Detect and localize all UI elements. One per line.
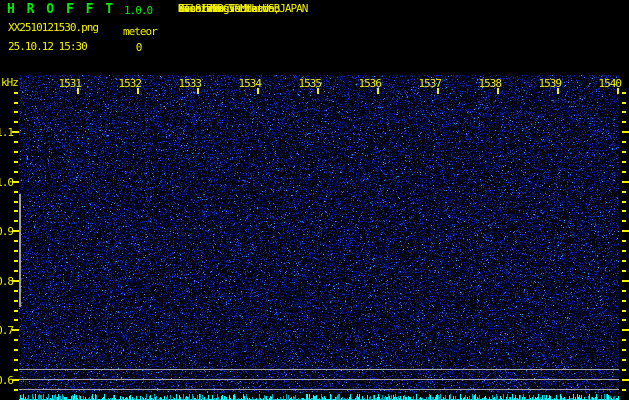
freq-tick-major-left — [12, 230, 19, 232]
freq-tick-minor-right — [622, 121, 626, 123]
calibration-marker — [19, 194, 21, 307]
freq-tick-minor-right — [622, 141, 626, 143]
freq-tick-major-right — [622, 181, 629, 183]
time-tick-label: 1539 — [538, 77, 563, 90]
freq-tick-major-right — [622, 379, 629, 381]
freq-tick-minor-left — [14, 92, 18, 94]
time-tick — [137, 88, 139, 94]
hrofft-window: H R O F F T 1.0.0 XX2510121530.png meteo… — [0, 0, 629, 400]
freq-tick-minor-right — [622, 349, 626, 351]
freq-tick-minor-right — [622, 191, 626, 193]
time-tick-label: 1533 — [178, 77, 203, 90]
freq-tick-minor-right — [622, 210, 626, 212]
freq-tick-minor-right — [622, 171, 626, 173]
time-tick — [377, 88, 379, 94]
freq-tick-major-left — [12, 379, 19, 381]
time-tick-label: 1531 — [58, 77, 83, 90]
freq-tick-minor-right — [622, 270, 626, 272]
freq-tick-minor-left — [14, 369, 18, 371]
freq-tick-minor-left — [14, 310, 18, 312]
freq-tick-minor-left — [14, 270, 18, 272]
freq-tick-minor-right — [622, 300, 626, 302]
freq-tick-major-right — [622, 230, 629, 232]
freq-tick-minor-right — [622, 339, 626, 341]
freq-tick-minor-left — [14, 151, 18, 153]
time-tick — [617, 88, 619, 94]
freq-tick-minor-right — [622, 240, 626, 242]
time-tick — [557, 88, 559, 94]
time-tick — [257, 88, 259, 94]
freq-tick-major-right — [622, 131, 629, 133]
freq-tick-minor-right — [622, 220, 626, 222]
time-tick — [497, 88, 499, 94]
freq-tick-minor-left — [14, 121, 18, 123]
freq-tick-minor-right — [622, 151, 626, 153]
freq-tick-minor-right — [622, 359, 626, 361]
freq-tick-minor-left — [14, 161, 18, 163]
reference-line — [19, 379, 619, 380]
time-tick — [77, 88, 79, 94]
freq-tick-minor-left — [14, 220, 18, 222]
freq-tick-minor-right — [622, 92, 626, 94]
time-tick — [317, 88, 319, 94]
freq-tick-major-left — [12, 131, 19, 133]
freq-tick-minor-left — [14, 210, 18, 212]
freq-tick-minor-left — [14, 111, 18, 113]
freq-tick-minor-right — [622, 290, 626, 292]
freq-tick-minor-right — [622, 369, 626, 371]
freq-tick-major-left — [12, 329, 19, 331]
freq-tick-major-left — [12, 181, 19, 183]
time-tick-label: 1540 — [598, 77, 623, 90]
time-tick-label: 1538 — [478, 77, 503, 90]
time-tick-label: 1534 — [238, 77, 263, 90]
freq-tick-minor-left — [14, 319, 18, 321]
freq-tick-minor-left — [14, 349, 18, 351]
freq-tick-minor-left — [14, 201, 18, 203]
freq-tick-minor-left — [14, 339, 18, 341]
axis-layer: 1.11.00.90.80.70.61531153215331534153515… — [0, 0, 629, 400]
freq-tick-major-left — [12, 280, 19, 282]
freq-tick-minor-left — [14, 300, 18, 302]
freq-tick-minor-right — [622, 250, 626, 252]
freq-tick-minor-right — [622, 102, 626, 104]
time-tick-label: 1537 — [418, 77, 443, 90]
freq-tick-minor-left — [14, 389, 18, 391]
freq-tick-minor-left — [14, 102, 18, 104]
time-tick-label: 1532 — [118, 77, 143, 90]
freq-tick-minor-right — [622, 260, 626, 262]
freq-tick-minor-left — [14, 359, 18, 361]
time-tick — [197, 88, 199, 94]
freq-tick-minor-right — [622, 161, 626, 163]
freq-tick-minor-left — [14, 141, 18, 143]
time-tick-label: 1536 — [358, 77, 383, 90]
time-tick-label: 1535 — [298, 77, 323, 90]
freq-tick-major-right — [622, 280, 629, 282]
freq-tick-minor-right — [622, 111, 626, 113]
freq-tick-minor-left — [14, 290, 18, 292]
time-tick — [437, 88, 439, 94]
freq-tick-minor-left — [14, 240, 18, 242]
reference-line — [19, 389, 619, 390]
freq-tick-minor-right — [622, 389, 626, 391]
reference-line — [19, 369, 619, 370]
freq-tick-minor-left — [14, 250, 18, 252]
freq-tick-minor-left — [14, 191, 18, 193]
freq-tick-minor-right — [622, 201, 626, 203]
freq-tick-major-right — [622, 329, 629, 331]
freq-tick-minor-left — [14, 171, 18, 173]
freq-tick-minor-right — [622, 319, 626, 321]
freq-tick-minor-right — [622, 310, 626, 312]
freq-tick-minor-left — [14, 260, 18, 262]
